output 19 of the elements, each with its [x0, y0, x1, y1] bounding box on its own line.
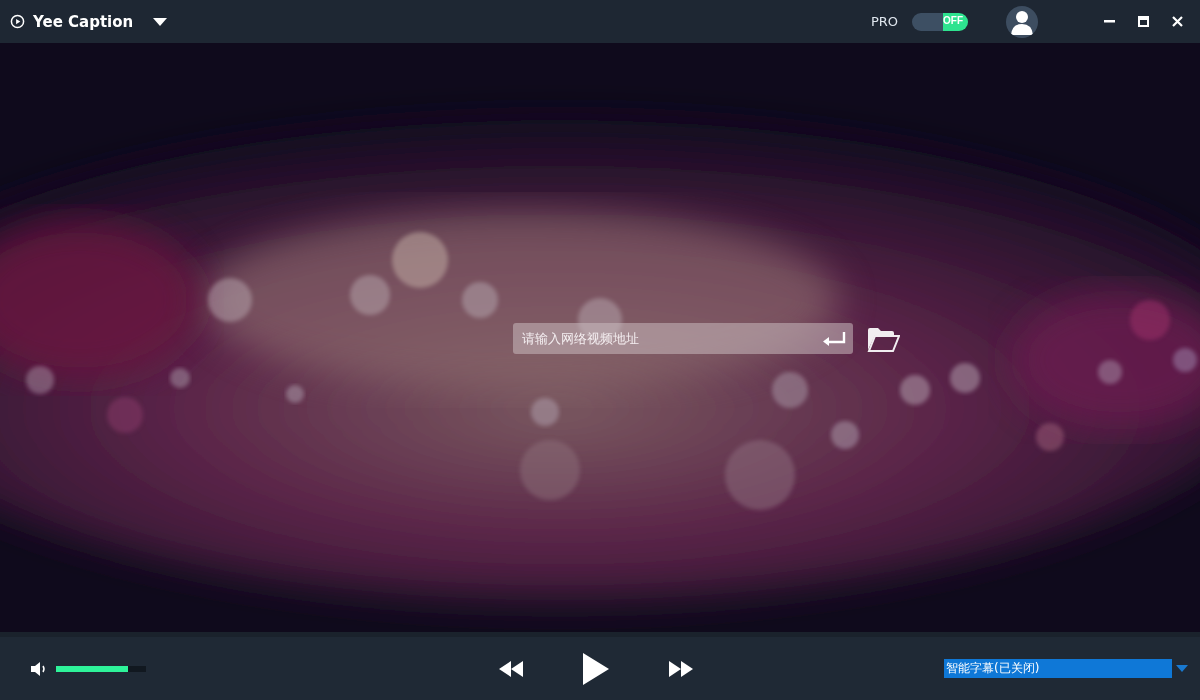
close-icon[interactable]: [1171, 16, 1183, 27]
dropdown-arrow-icon[interactable]: [1176, 665, 1188, 672]
volume-slider[interactable]: [56, 665, 146, 672]
subtitle-select[interactable]: 智能字幕(已关闭): [944, 659, 1172, 678]
user-avatar[interactable]: [1006, 5, 1038, 38]
play-icon[interactable]: [582, 652, 610, 685]
pro-label: PRO: [870, 14, 898, 29]
maximize-icon[interactable]: [1137, 16, 1149, 27]
play-circle-icon: [10, 14, 25, 29]
toggle-label: OFF: [943, 14, 963, 26]
enter-icon[interactable]: [821, 332, 846, 346]
folder-icon[interactable]: [866, 325, 900, 352]
caret-icon[interactable]: [153, 17, 168, 26]
fast-forward-icon[interactable]: [668, 660, 694, 677]
rewind-icon[interactable]: [498, 660, 524, 677]
window-title: Yee Caption: [33, 12, 134, 31]
volume-icon[interactable]: [30, 660, 48, 677]
url-input-field[interactable]: 请输入网络视频地址: [512, 323, 853, 354]
minimize-icon[interactable]: [1103, 20, 1115, 23]
